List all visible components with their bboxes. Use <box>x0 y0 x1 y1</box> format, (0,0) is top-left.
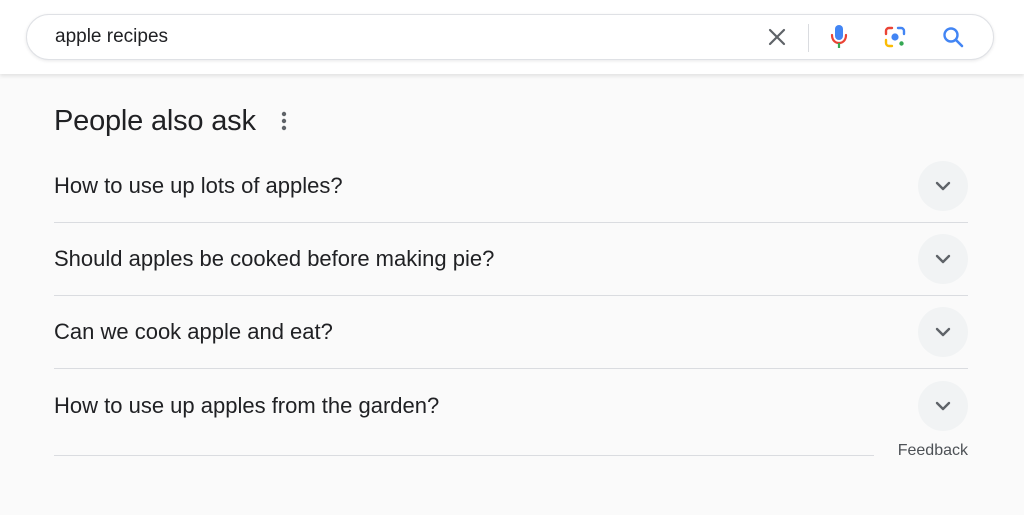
chevron-down-icon[interactable] <box>918 234 968 284</box>
search-input[interactable] <box>55 15 755 59</box>
search-box[interactable] <box>26 14 994 60</box>
microphone-icon[interactable] <box>826 24 852 50</box>
paa-question[interactable]: How to use up lots of apples? <box>54 150 968 223</box>
paa-title: People also ask <box>54 104 256 137</box>
footer-divider <box>54 455 874 456</box>
paa-question-text: How to use up lots of apples? <box>54 173 343 198</box>
search-icon[interactable] <box>940 24 966 50</box>
search-divider <box>808 24 809 52</box>
paa-question-text: How to use up apples from the garden? <box>54 392 440 418</box>
paa-question[interactable]: Can we cook apple and eat? <box>54 296 968 369</box>
top-bar <box>0 0 1024 74</box>
feedback-link[interactable]: Feedback <box>898 442 968 460</box>
paa-question-list: How to use up lots of apples? Should app… <box>54 150 968 442</box>
paa-question[interactable]: How to use up apples from the garden? <box>54 369 968 442</box>
people-also-ask-section: People also ask How to use up lots of ap… <box>54 96 968 480</box>
close-icon[interactable] <box>764 24 790 50</box>
paa-question-text: Can we cook apple and eat? <box>54 319 333 344</box>
paa-header: People also ask <box>54 96 968 146</box>
chevron-down-icon[interactable] <box>918 307 968 357</box>
paa-question[interactable]: Should apples be cooked before making pi… <box>54 223 968 296</box>
chevron-down-icon[interactable] <box>918 380 968 431</box>
paa-footer: Feedback <box>54 442 968 480</box>
paa-question-text: Should apples be cooked before making pi… <box>54 246 495 271</box>
more-options-icon[interactable] <box>278 110 290 132</box>
chevron-down-icon[interactable] <box>918 161 968 211</box>
lens-icon[interactable] <box>882 24 908 50</box>
